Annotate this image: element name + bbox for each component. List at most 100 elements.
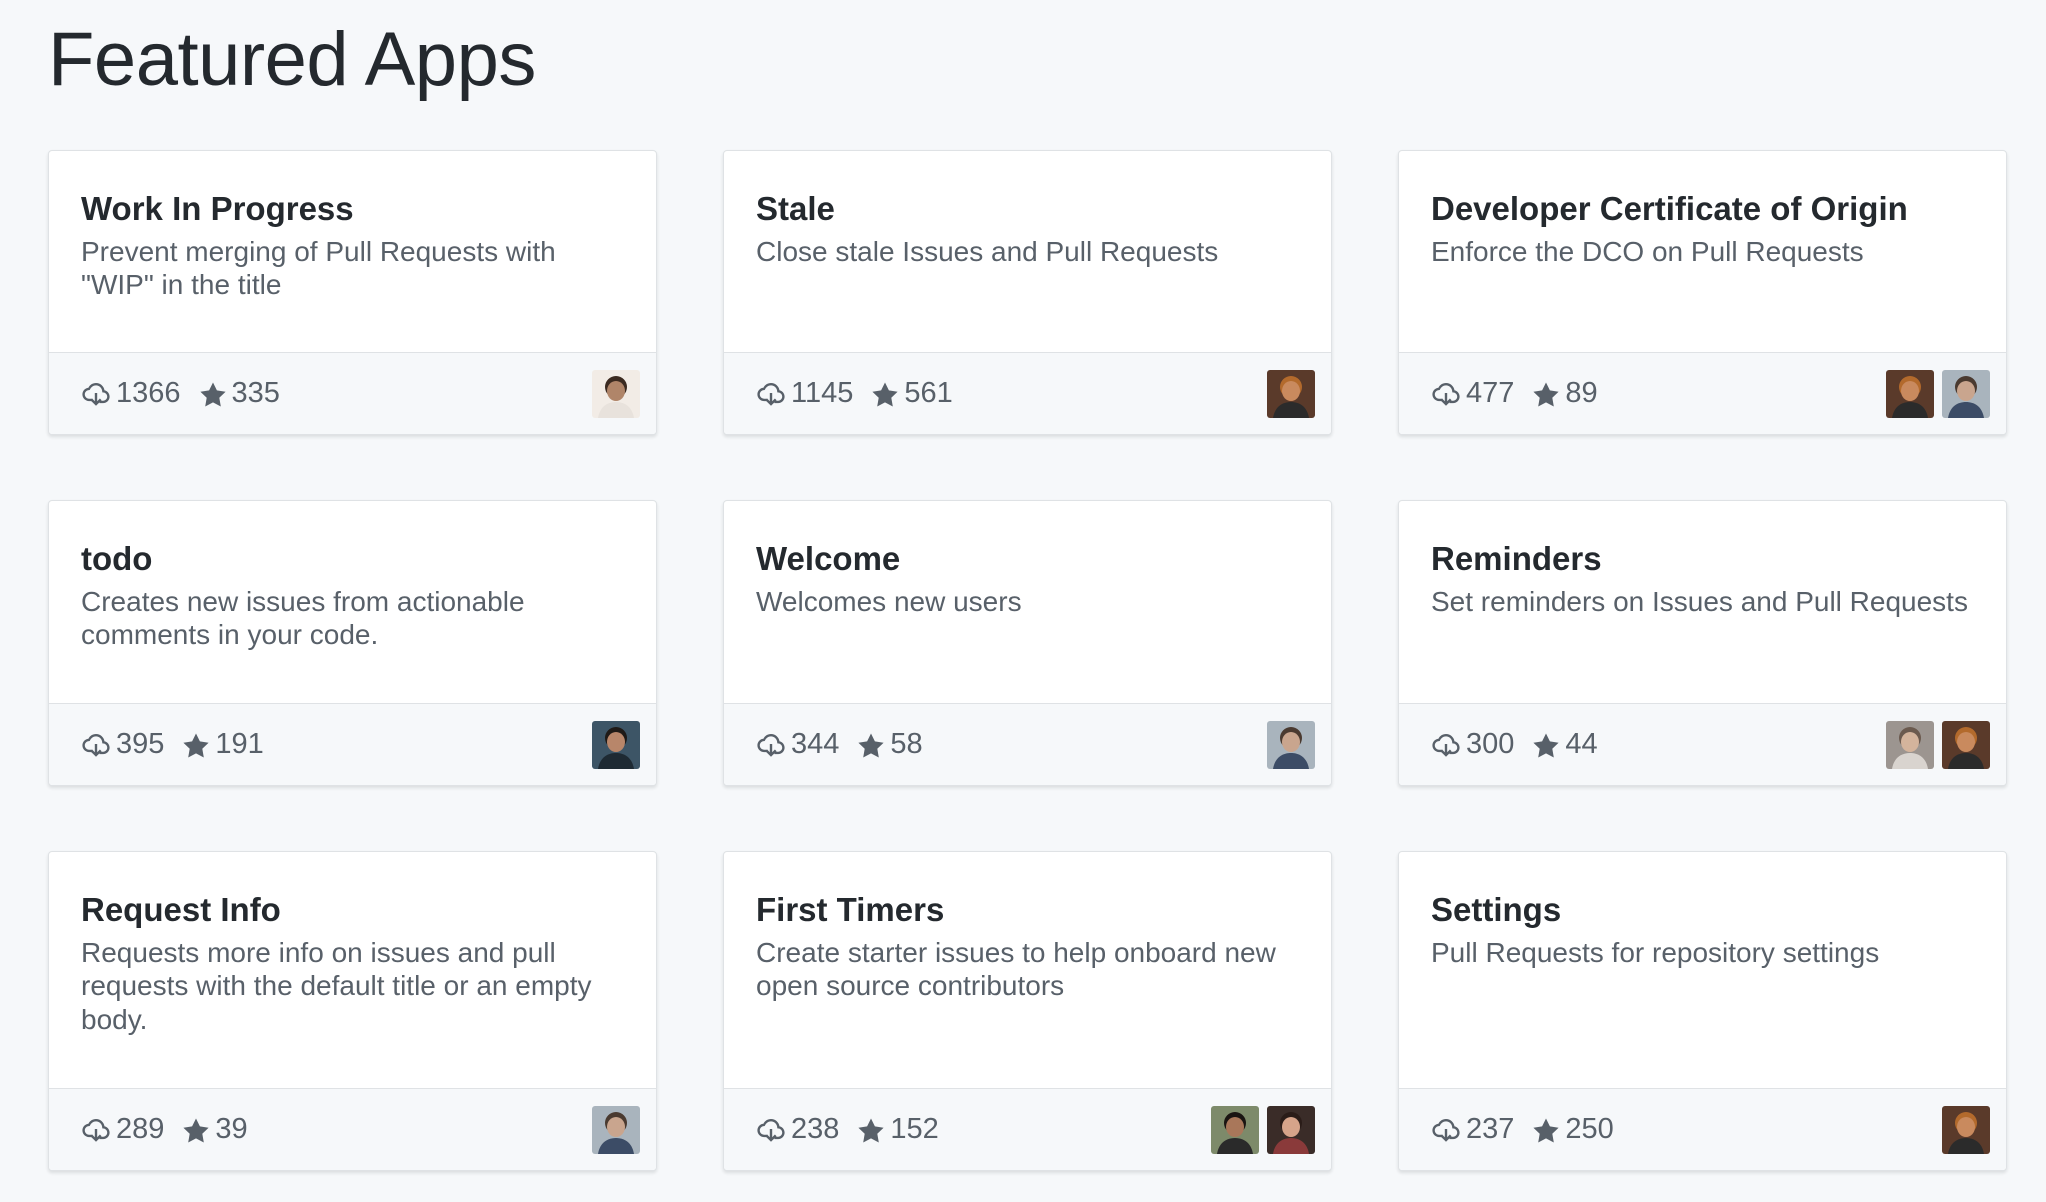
app-card[interactable]: Request Info Requests more info on issue…: [48, 851, 657, 1171]
contributor-avatars: [592, 1105, 640, 1154]
app-card-footer: 344 58: [724, 703, 1331, 785]
stars-stat: 152: [857, 1113, 939, 1146]
app-card-footer: 237 250: [1399, 1088, 2006, 1170]
app-title[interactable]: Settings: [1431, 890, 1974, 930]
app-card-footer: 395 191: [49, 703, 656, 785]
avatar[interactable]: [1942, 720, 1990, 769]
star-icon: [872, 382, 898, 406]
cloud-download-icon: [82, 733, 110, 757]
avatar[interactable]: [1267, 369, 1315, 418]
cloud-download-icon: [82, 1118, 110, 1142]
app-card[interactable]: Welcome Welcomes new users 344 58: [723, 500, 1332, 786]
app-card[interactable]: Reminders Set reminders on Issues and Pu…: [1398, 500, 2007, 786]
stars-count: 39: [215, 1113, 248, 1145]
cloud-download-icon: [1432, 382, 1460, 406]
page-title: Featured Apps: [48, 17, 536, 102]
star-icon: [858, 1118, 884, 1142]
apps-grid: Work In Progress Prevent merging of Pull…: [48, 150, 2008, 1171]
avatar[interactable]: [592, 369, 640, 418]
installs-stat: 1366: [81, 377, 181, 410]
app-card[interactable]: todo Creates new issues from actionable …: [48, 500, 657, 786]
avatar[interactable]: [1886, 720, 1934, 769]
app-card-footer: 238 152: [724, 1088, 1331, 1170]
installs-stat: 300: [1431, 728, 1514, 761]
app-card-body: Request Info Requests more info on issue…: [49, 852, 656, 1088]
app-card-body: First Timers Create starter issues to he…: [724, 852, 1331, 1088]
app-description: Set reminders on Issues and Pull Request…: [1431, 585, 1968, 617]
app-description: Enforce the DCO on Pull Requests: [1431, 235, 1864, 267]
installs-count: 238: [791, 1113, 840, 1145]
installs-count: 477: [1466, 377, 1515, 409]
star-icon: [858, 733, 884, 757]
app-card[interactable]: Developer Certificate of Origin Enforce …: [1398, 150, 2007, 435]
cloud-download-icon: [1432, 733, 1460, 757]
contributor-avatars: [592, 369, 640, 418]
app-description: Welcomes new users: [756, 585, 1022, 617]
installs-stat: 237: [1431, 1113, 1514, 1146]
installs-count: 344: [791, 728, 840, 760]
star-icon: [183, 1118, 209, 1142]
installs-stat: 477: [1431, 377, 1514, 410]
installs-stat: 289: [81, 1113, 164, 1146]
avatar[interactable]: [1942, 1105, 1990, 1154]
app-card-body: Settings Pull Requests for repository se…: [1399, 852, 2006, 1088]
app-card-body: todo Creates new issues from actionable …: [49, 501, 656, 703]
contributor-avatars: [1886, 369, 1990, 418]
app-description: Prevent merging of Pull Requests with "W…: [81, 235, 556, 301]
star-icon: [1533, 1118, 1559, 1142]
avatar[interactable]: [1267, 1105, 1315, 1154]
installs-count: 300: [1466, 728, 1515, 760]
cloud-download-icon: [757, 1118, 785, 1142]
app-title[interactable]: First Timers: [756, 890, 1299, 930]
app-card[interactable]: Work In Progress Prevent merging of Pull…: [48, 150, 657, 435]
cloud-download-icon: [757, 382, 785, 406]
app-card-footer: 289 39: [49, 1088, 656, 1170]
avatar[interactable]: [592, 1105, 640, 1154]
app-title[interactable]: Stale: [756, 189, 1299, 229]
cloud-download-icon: [1432, 1118, 1460, 1142]
app-card-footer: 1366 335: [49, 352, 656, 434]
stars-count: 89: [1565, 377, 1598, 409]
app-title[interactable]: Reminders: [1431, 539, 1974, 579]
contributor-avatars: [1267, 369, 1315, 418]
app-title[interactable]: todo: [81, 539, 624, 579]
app-description: Create starter issues to help onboard ne…: [756, 936, 1276, 1002]
installs-stat: 395: [81, 728, 164, 761]
app-card[interactable]: First Timers Create starter issues to he…: [723, 851, 1332, 1171]
app-title[interactable]: Request Info: [81, 890, 624, 930]
stars-stat: 191: [182, 728, 264, 761]
app-title[interactable]: Work In Progress: [81, 189, 624, 229]
contributor-avatars: [1886, 720, 1990, 769]
avatar[interactable]: [1942, 369, 1990, 418]
contributor-avatars: [1267, 720, 1315, 769]
installs-stat: 344: [756, 728, 839, 761]
app-card-footer: 477 89: [1399, 352, 2006, 434]
stars-stat: 39: [182, 1113, 248, 1146]
stars-count: 44: [1565, 728, 1598, 760]
star-icon: [183, 733, 209, 757]
stars-stat: 250: [1532, 1113, 1614, 1146]
installs-count: 1366: [116, 377, 181, 409]
installs-count: 1145: [791, 377, 854, 409]
star-icon: [199, 382, 226, 406]
contributor-avatars: [1942, 1105, 1990, 1154]
stars-stat: 44: [1532, 728, 1598, 761]
avatar[interactable]: [1211, 1105, 1259, 1154]
app-title[interactable]: Developer Certificate of Origin: [1431, 189, 1974, 229]
app-card[interactable]: Settings Pull Requests for repository se…: [1398, 851, 2007, 1171]
app-description: Requests more info on issues and pull re…: [81, 936, 592, 1035]
app-description: Pull Requests for repository settings: [1431, 936, 1880, 968]
app-card-body: Stale Close stale Issues and Pull Reques…: [724, 151, 1331, 352]
avatar[interactable]: [1886, 369, 1934, 418]
app-card-body: Work In Progress Prevent merging of Pull…: [49, 151, 656, 352]
avatar[interactable]: [592, 720, 640, 769]
app-card-body: Welcome Welcomes new users: [724, 501, 1331, 703]
avatar[interactable]: [1267, 720, 1315, 769]
app-title[interactable]: Welcome: [756, 539, 1299, 579]
star-icon: [1533, 733, 1559, 757]
stars-count: 250: [1565, 1113, 1614, 1145]
app-description: Creates new issues from actionable comme…: [81, 585, 525, 651]
contributor-avatars: [592, 720, 640, 769]
app-card[interactable]: Stale Close stale Issues and Pull Reques…: [723, 150, 1332, 435]
star-icon: [1533, 382, 1559, 406]
